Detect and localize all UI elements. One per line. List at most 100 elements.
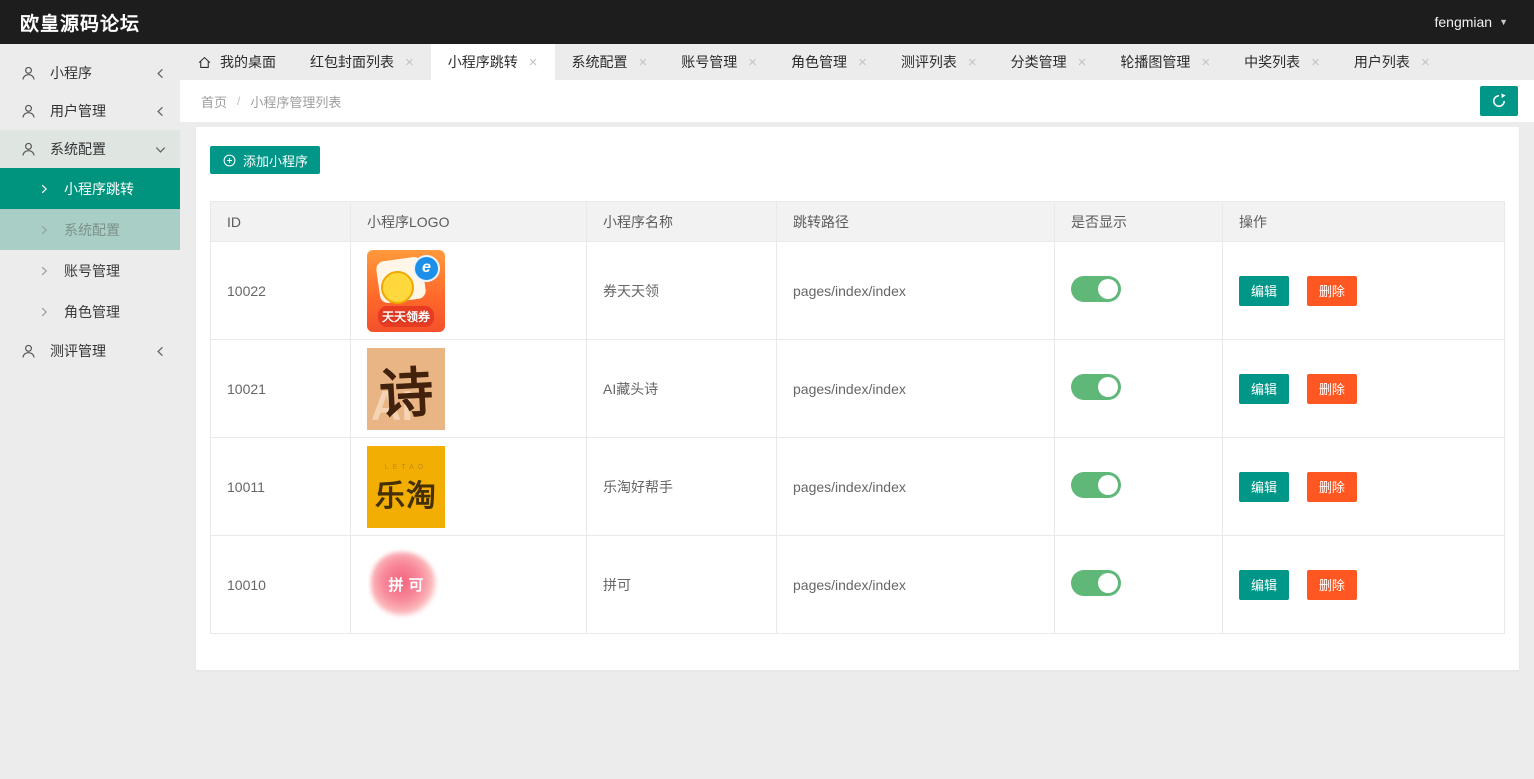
cell-path: pages/index/index bbox=[776, 241, 1055, 340]
delete-button[interactable]: 删除 bbox=[1306, 471, 1357, 502]
tab[interactable]: 小程序跳转 × bbox=[430, 44, 555, 80]
sidebar-item[interactable]: 用户管理 bbox=[0, 92, 180, 130]
tab-label: 角色管理 bbox=[791, 54, 848, 70]
col-header-visible: 是否显示 bbox=[1054, 201, 1223, 242]
cell-logo: AI 诗 bbox=[350, 339, 587, 438]
sidebar-subitem[interactable]: 小程序跳转 bbox=[0, 168, 180, 209]
miniapp-id: 10021 bbox=[227, 380, 266, 397]
edit-button[interactable]: 编辑 bbox=[1239, 569, 1290, 600]
tab-close-icon[interactable]: × bbox=[858, 55, 867, 70]
edit-button[interactable]: 编辑 bbox=[1239, 373, 1290, 404]
table-row: 10011 LETAO 乐淘 乐淘好帮手 pages/index/index 编… bbox=[210, 437, 1505, 536]
add-miniapp-button[interactable]: 添加小程序 bbox=[210, 146, 321, 174]
tab[interactable]: 我的桌面 bbox=[180, 44, 293, 80]
miniapp-name: AI藏头诗 bbox=[603, 380, 659, 397]
visibility-toggle[interactable] bbox=[1071, 374, 1121, 400]
delete-button[interactable]: 删除 bbox=[1306, 373, 1357, 404]
sidebar-subitem-label: 账号管理 bbox=[64, 262, 120, 279]
miniapp-id: 10022 bbox=[227, 282, 266, 299]
col-header-path: 跳转路径 bbox=[776, 201, 1055, 242]
delete-button[interactable]: 删除 bbox=[1306, 569, 1357, 600]
col-header-logo: 小程序LOGO bbox=[350, 201, 587, 242]
jump-path: pages/index/index bbox=[793, 282, 906, 299]
miniapp-name: 乐淘好帮手 bbox=[603, 478, 673, 495]
tab-label: 分类管理 bbox=[1010, 54, 1067, 70]
miniapp-name: 券天天领 bbox=[603, 282, 659, 299]
sidebar-item[interactable]: 系统配置 bbox=[0, 130, 180, 168]
miniapp-table: ID 小程序LOGO 小程序名称 跳转路径 是否显示 操作 10022 天天领券… bbox=[210, 201, 1505, 634]
tab-close-icon[interactable]: × bbox=[1201, 55, 1210, 70]
tab[interactable]: 轮播图管理 × bbox=[1103, 44, 1227, 80]
breadcrumb-current: 小程序管理列表 bbox=[250, 94, 342, 110]
tab-close-icon[interactable]: × bbox=[748, 55, 757, 70]
breadcrumb-separator: / bbox=[237, 94, 241, 108]
miniapp-id: 10010 bbox=[227, 576, 266, 593]
table-row: 10021 AI 诗 AI藏头诗 pages/index/index 编辑 删除 bbox=[210, 339, 1505, 438]
sidebar-subitem-label: 系统配置 bbox=[64, 221, 120, 238]
tab[interactable]: 用户列表 × bbox=[1337, 44, 1447, 80]
tab[interactable]: 红包封面列表 × bbox=[293, 44, 431, 80]
chevron-right-icon bbox=[39, 184, 49, 194]
sidebar-item-label: 测评管理 bbox=[50, 343, 106, 359]
sidebar-item[interactable]: 测评管理 bbox=[0, 332, 180, 370]
visibility-toggle[interactable] bbox=[1071, 472, 1121, 498]
tab-close-icon[interactable]: × bbox=[1078, 55, 1087, 70]
toggle-knob bbox=[1098, 475, 1118, 495]
cell-id: 10010 bbox=[210, 535, 351, 634]
tab-close-icon[interactable]: × bbox=[639, 55, 648, 70]
logo-text: 天天领券 bbox=[377, 305, 435, 327]
person-icon bbox=[20, 141, 37, 158]
tab-close-icon[interactable]: × bbox=[405, 55, 414, 70]
tab-close-icon[interactable]: × bbox=[968, 55, 977, 70]
miniapp-logo: 拼可 bbox=[367, 543, 445, 626]
tab[interactable]: 中奖列表 × bbox=[1227, 44, 1337, 80]
cell-path: pages/index/index bbox=[776, 437, 1055, 536]
table-header-row: ID 小程序LOGO 小程序名称 跳转路径 是否显示 操作 bbox=[210, 201, 1505, 242]
delete-button[interactable]: 删除 bbox=[1306, 275, 1357, 306]
cell-logo: 拼可 bbox=[350, 535, 587, 634]
edit-button[interactable]: 编辑 bbox=[1239, 471, 1290, 502]
tab-close-icon[interactable]: × bbox=[1421, 55, 1430, 70]
sidebar-subitem[interactable]: 账号管理 bbox=[0, 250, 180, 291]
logo-badge: e bbox=[413, 254, 440, 282]
refresh-button[interactable] bbox=[1480, 86, 1518, 116]
cell-name: AI藏头诗 bbox=[586, 339, 777, 438]
jump-path: pages/index/index bbox=[793, 576, 906, 593]
tab-label: 中奖列表 bbox=[1244, 54, 1301, 70]
tab[interactable]: 角色管理 × bbox=[774, 44, 884, 80]
sidebar-item[interactable]: 小程序 bbox=[0, 54, 180, 92]
cell-path: pages/index/index bbox=[776, 339, 1055, 438]
tab-close-icon[interactable]: × bbox=[1311, 55, 1320, 70]
cell-id: 10022 bbox=[210, 241, 351, 340]
sidebar-item-label: 小程序 bbox=[50, 65, 92, 81]
home-icon bbox=[197, 55, 212, 70]
table-row: 10022 天天领券 e 券天天领 pages/index/index 编辑 删… bbox=[210, 241, 1505, 340]
user-menu[interactable]: fengmian ▼ bbox=[1434, 14, 1534, 30]
plus-circle-icon bbox=[222, 153, 237, 168]
cell-name: 券天天领 bbox=[586, 241, 777, 340]
sidebar-subitem[interactable]: 系统配置 bbox=[0, 209, 180, 250]
chevron-icon bbox=[155, 346, 166, 357]
toggle-knob bbox=[1098, 279, 1118, 299]
col-header-name: 小程序名称 bbox=[586, 201, 777, 242]
sidebar-item-label: 系统配置 bbox=[50, 141, 106, 157]
chevron-right-icon bbox=[39, 307, 49, 317]
tab[interactable]: 账号管理 × bbox=[664, 44, 774, 80]
breadcrumb-home[interactable]: 首页 bbox=[201, 92, 227, 111]
chevron-right-icon bbox=[39, 225, 49, 235]
tab[interactable]: 分类管理 × bbox=[994, 44, 1104, 80]
edit-button[interactable]: 编辑 bbox=[1239, 275, 1290, 306]
refresh-icon bbox=[1490, 92, 1508, 110]
cell-logo: 天天领券 e bbox=[350, 241, 587, 340]
app-title: 欧皇源码论坛 bbox=[20, 13, 141, 35]
tab-close-icon[interactable]: × bbox=[529, 55, 538, 70]
visibility-toggle[interactable] bbox=[1071, 570, 1121, 596]
visibility-toggle[interactable] bbox=[1071, 276, 1121, 302]
tab[interactable]: 测评列表 × bbox=[884, 44, 994, 80]
logo-text: 拼可 bbox=[388, 577, 429, 594]
tab[interactable]: 系统配置 × bbox=[555, 44, 665, 80]
sidebar-subitem[interactable]: 角色管理 bbox=[0, 291, 180, 332]
cell-visible bbox=[1054, 339, 1223, 438]
caret-down-icon: ▼ bbox=[1499, 17, 1508, 27]
tab-label: 轮播图管理 bbox=[1120, 54, 1191, 70]
